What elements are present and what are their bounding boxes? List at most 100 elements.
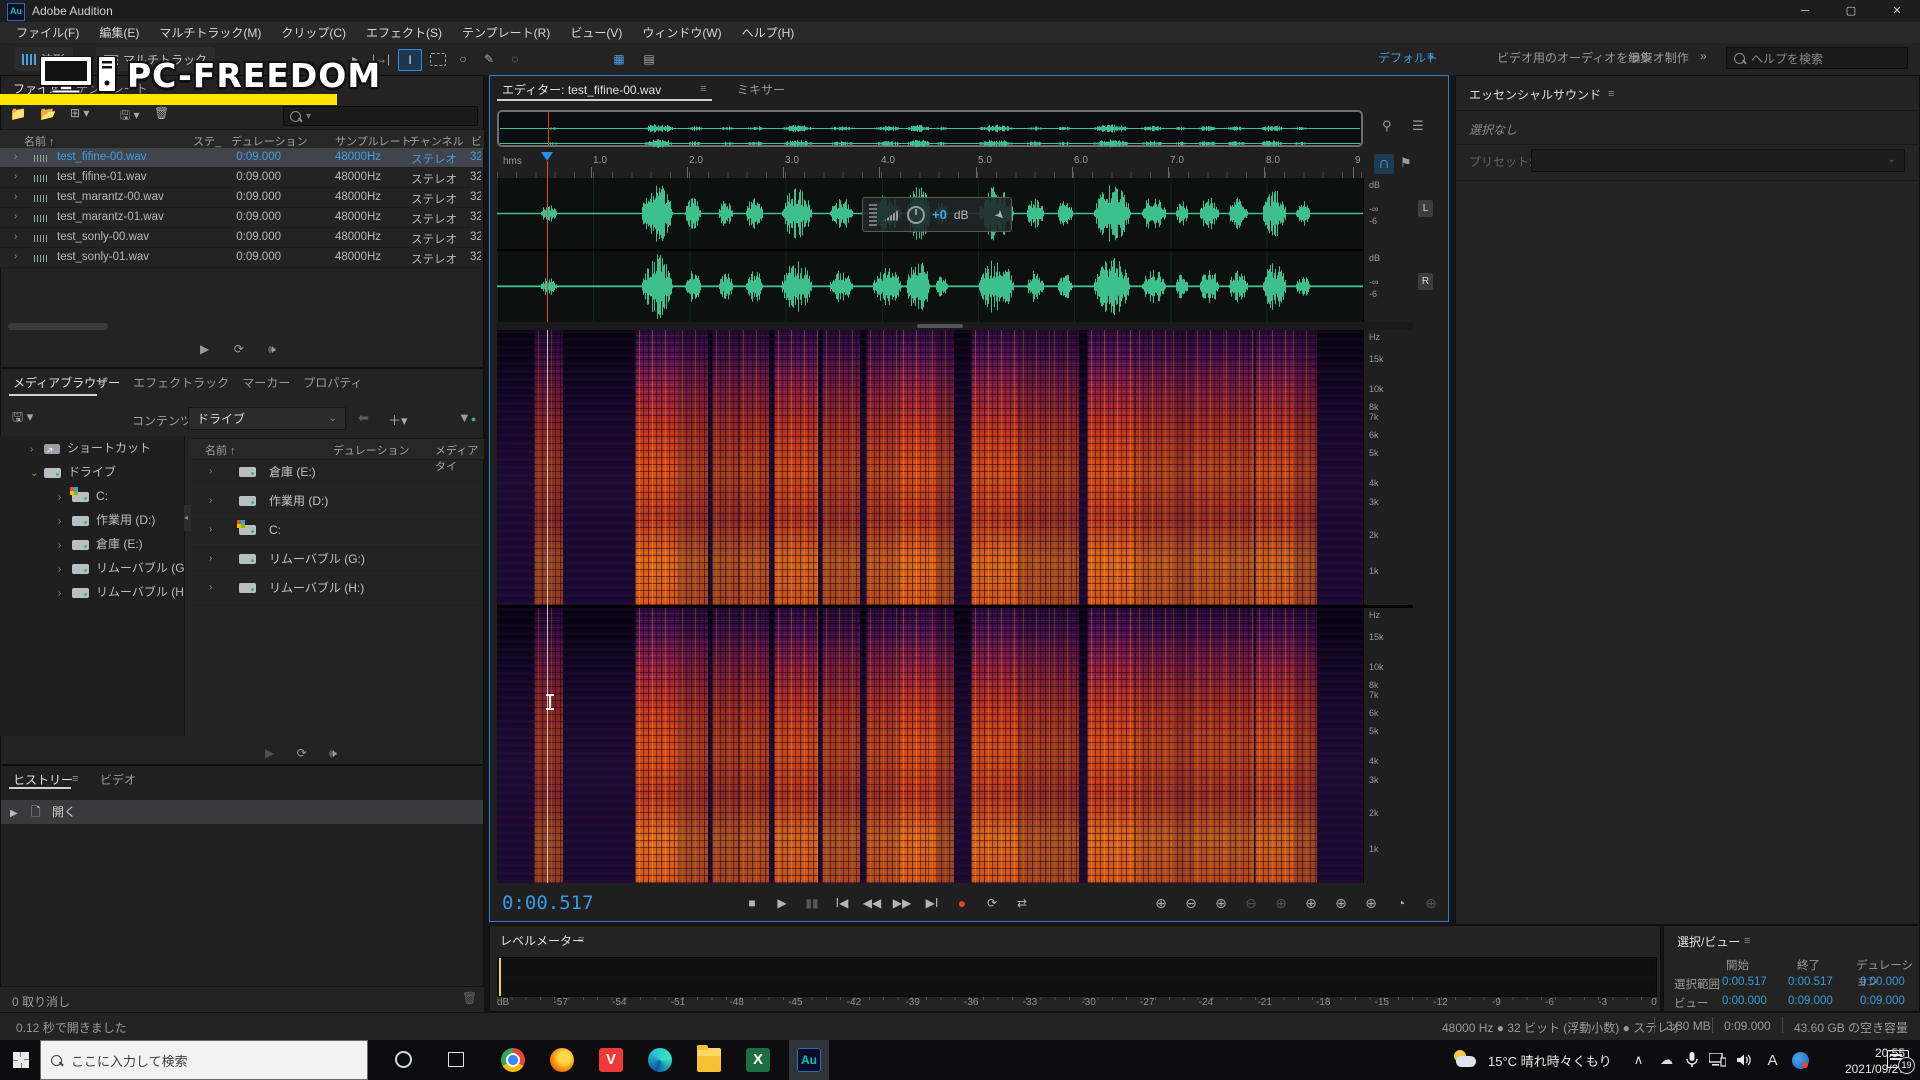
tree-item[interactable]: ⌄ドライブ — [0, 460, 184, 484]
workspace-overflow-chevron[interactable]: » — [1700, 49, 1707, 63]
overview-list-icon[interactable]: ☰ — [1412, 118, 1424, 134]
cortana-icon[interactable] — [395, 1051, 412, 1068]
tree-item[interactable]: ›ショートカット — [0, 436, 184, 460]
selection-duration[interactable]: 0:00.000 — [1860, 976, 1905, 988]
menu-item[interactable]: マルチトラック(M) — [149, 24, 271, 41]
menu-item[interactable]: クリップ(C) — [271, 24, 356, 41]
tree-chevron-icon[interactable]: › — [58, 582, 72, 604]
zoom-button-10[interactable]: ⊕ — [1418, 893, 1444, 913]
taskbar-chrome-icon[interactable] — [501, 1048, 525, 1072]
column-header[interactable]: サンプルレート — [335, 133, 412, 149]
media-list-row[interactable]: › 倉庫 (E:) — [191, 458, 483, 487]
column-header[interactable]: チャンネル — [409, 133, 464, 149]
tree-item[interactable]: ›作業用 (D:) — [0, 508, 184, 532]
delete-file-icon[interactable]: 🗑 — [154, 106, 169, 120]
import-file-icon[interactable]: 📂 — [40, 106, 56, 122]
tab-video[interactable]: ビデオ — [100, 771, 136, 788]
menu-item[interactable]: テンプレート(R) — [452, 24, 560, 41]
tray-expand-icon[interactable]: ∧ — [1630, 1052, 1647, 1068]
panel-tab[interactable]: エフェクトラック — [133, 374, 229, 391]
media-list-row[interactable]: › 作業用 (D:) — [191, 487, 483, 516]
panel-tab[interactable]: プロパティ — [303, 374, 362, 391]
loop-button[interactable]: ⟳ — [978, 891, 1006, 915]
taskbar-vivaldi-icon[interactable]: V — [599, 1048, 623, 1072]
snap-magnet-icon[interactable]: ∩ — [1374, 154, 1394, 174]
files-search-input[interactable]: ▾ — [283, 106, 478, 126]
tree-item[interactable]: ›リムーバブル (G:) — [0, 556, 184, 580]
lasso-selection-tool-icon[interactable]: ○ — [452, 49, 474, 69]
taskbar-firefox-icon[interactable] — [550, 1048, 574, 1072]
selection-view-title[interactable]: 選択/ビュー — [1677, 933, 1740, 950]
column-header[interactable]: ビ — [471, 133, 482, 149]
tree-chevron-icon[interactable]: ⌄ — [30, 462, 44, 484]
zoom-button-4[interactable]: ⊖ — [1238, 893, 1264, 913]
contents-dropdown[interactable]: ドライブ⌄ — [188, 407, 346, 430]
playhead-line-spectral[interactable] — [547, 330, 548, 883]
hud-grip-icon[interactable] — [869, 204, 877, 226]
menu-item[interactable]: ファイル(F) — [6, 24, 89, 41]
tab-editor[interactable]: エディター: test_fifine-00.wav — [502, 81, 661, 98]
maximize-button[interactable]: ▢ — [1828, 0, 1874, 22]
menu-item[interactable]: エフェクト(S) — [356, 24, 452, 41]
zoom-button-2[interactable]: ⊖ — [1178, 893, 1204, 913]
file-row[interactable]: › test_sonly-01.wav 0:09.000 48000Hz ステレ… — [0, 248, 483, 268]
skip-start-button[interactable]: Ⅰ◀ — [828, 891, 856, 915]
selection-start[interactable]: 0:00.517 — [1722, 976, 1767, 988]
help-search-input[interactable]: ヘルプを検索 — [1726, 47, 1908, 69]
essential-sound-title[interactable]: エッセンシャルサウンド — [1469, 86, 1601, 103]
close-button[interactable]: ✕ — [1874, 0, 1920, 22]
level-meter-title[interactable]: レベルメーター — [500, 932, 584, 949]
file-row[interactable]: › test_fifine-01.wav 0:09.000 48000Hz ステ… — [0, 168, 483, 188]
menu-item[interactable]: 編集(E) — [89, 24, 149, 41]
spectrogram-right[interactable] — [497, 608, 1363, 883]
notification-center-icon[interactable]: 19 — [1887, 1051, 1909, 1067]
expand-chevron-icon[interactable]: › — [14, 171, 17, 182]
tab-history[interactable]: ヒストリー — [13, 771, 73, 788]
menu-item[interactable]: ヘルプ(H) — [732, 24, 805, 41]
taskbar-audition-icon[interactable]: Au — [797, 1048, 821, 1072]
export-icon[interactable]: 🖫 ▾ — [120, 106, 140, 127]
timecode-display[interactable]: 0:00.517 — [502, 892, 594, 914]
play-button[interactable]: ▶ — [200, 342, 209, 356]
zoom-button-9[interactable]: ◔ — [1388, 893, 1414, 913]
tree-item[interactable]: ›倉庫 (E:) — [0, 532, 184, 556]
column-header[interactable]: 名前 ↑ — [24, 133, 55, 149]
editor-menu-icon[interactable]: ≡ — [700, 83, 706, 95]
display-icon[interactable] — [1709, 1053, 1726, 1067]
skip-selection-button[interactable]: ⇄ — [1008, 891, 1036, 915]
minimize-button[interactable]: ─ — [1782, 0, 1828, 22]
marker-flag-icon[interactable]: ⚑ — [1400, 155, 1412, 171]
level-meter-menu-icon[interactable]: ≡ — [578, 934, 584, 946]
column-header[interactable]: デュレーション — [333, 442, 410, 458]
tab-mixer[interactable]: ミキサー — [737, 81, 785, 98]
hud-knob-icon[interactable] — [907, 206, 925, 224]
record-button[interactable]: ● — [948, 891, 976, 915]
preset-dropdown[interactable]: ⌄ — [1531, 149, 1905, 172]
task-view-icon[interactable] — [448, 1052, 464, 1067]
essential-sound-menu-icon[interactable]: ≡ — [1608, 88, 1614, 100]
spectrogram-left[interactable] — [497, 330, 1363, 605]
view-start[interactable]: 0:00.000 — [1722, 995, 1767, 1007]
stop-button[interactable]: ■ — [738, 891, 766, 915]
files-hscrollbar[interactable] — [8, 323, 108, 330]
auto-play-speaker-icon[interactable]: 🕪 — [329, 746, 337, 760]
back-arrow-icon[interactable]: ⬅ — [358, 410, 369, 426]
selection-view-menu-icon[interactable]: ≡ — [1744, 935, 1750, 947]
taskbar-explorer-icon[interactable] — [697, 1048, 721, 1072]
overview-strip[interactable] — [497, 110, 1363, 147]
view-duration[interactable]: 0:09.000 — [1860, 995, 1905, 1007]
history-menu-icon[interactable]: ≡ — [72, 773, 78, 785]
expand-chevron-icon[interactable]: › — [14, 191, 17, 202]
menu-item[interactable]: ウィンドウ(W) — [632, 24, 731, 41]
column-header[interactable]: 名前 ↑ — [205, 442, 236, 458]
tree-chevron-icon[interactable]: › — [58, 510, 72, 532]
media-list-row[interactable]: › リムーバブル (G:) — [191, 545, 483, 574]
zoom-button-6[interactable]: ⊕ — [1298, 893, 1324, 913]
file-row[interactable]: › test_sonly-00.wav 0:09.000 48000Hz ステレ… — [0, 228, 483, 248]
paintbrush-tool-icon[interactable]: ✎ — [478, 49, 500, 69]
expand-chevron-icon[interactable]: › — [209, 574, 212, 602]
playhead-line[interactable] — [547, 161, 548, 322]
workspace-radio-production[interactable]: ラジオ制作 — [1629, 49, 1689, 66]
expand-chevron-icon[interactable]: › — [209, 545, 212, 573]
playhead-caret[interactable] — [541, 152, 553, 161]
